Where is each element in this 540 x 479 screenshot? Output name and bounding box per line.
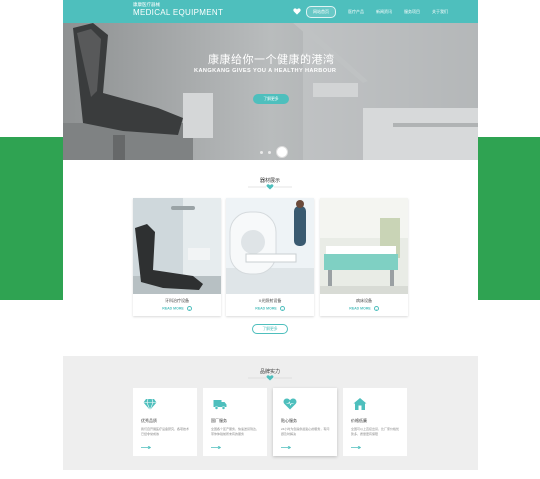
product-card[interactable]: X光照射设备 READ MORE › [226,198,314,316]
nav-item-label: 网站首页 [306,5,336,18]
nav-item-services[interactable]: 服务项目 [404,0,420,23]
strength-name: 贴心服务 [281,418,297,423]
product-name: 牙科治疗设备 [165,298,189,303]
title-decoration [248,375,292,381]
strength-name: 价格低廉 [351,418,367,423]
strength-card[interactable]: 价格低廉 全国可以上直接出货，比厂家价格优势多，质量更有保障 [343,388,407,456]
hero-banner: 康康给你一个健康的港湾 KANGKANG GIVES YOU A HEALTHY… [63,23,478,160]
arrow-right-icon: › [186,306,192,311]
product-name: 病床设备 [356,298,372,303]
nav-item-products[interactable]: 医疗产品 [348,0,364,23]
product-card[interactable]: 牙科治疗设备 READ MORE › [133,198,221,316]
read-more-label: READ MORE [162,306,184,311]
house-icon [353,398,367,410]
carousel-dots [260,146,288,158]
page-container: 康康医疗器械 MEDICAL EQUIPMENT 网站首页 医疗产品 新闻资讯 … [63,0,478,479]
product-image [226,198,314,294]
site-logo[interactable]: 康康医疗器械 MEDICAL EQUIPMENT [133,2,223,18]
arrow-right-icon [281,446,291,449]
strength-card[interactable]: 贴心服务 24小时为您提供最贴心的服务，有问题及时解决 [273,388,337,456]
strength-description: 全国可以上直接出货，比厂家价格优势多，质量更有保障 [351,427,400,436]
nav-item-label: 关于我们 [432,8,448,14]
arrow-right-icon: › [373,306,379,311]
strength-description: 全国各个区产服务，快速送货到达，带你体验前所未有的服务 [211,427,260,436]
carousel-dot[interactable] [268,150,271,154]
carousel-dot[interactable] [260,150,263,154]
arrow-right-icon [351,446,361,449]
product-image [320,198,408,294]
hero-learn-more-button[interactable]: 了解更多 [253,94,289,104]
nav-item-about[interactable]: 关于我们 [432,0,448,23]
strength-card[interactable]: 优秀品质 我们自开展医疗设备研究，各项技术已经非常成熟 [133,388,197,456]
product-name: X光照射设备 [258,298,282,303]
strength-name: 优秀品质 [141,418,157,423]
read-more-link[interactable]: READ MORE › [320,306,408,311]
hero-title: 康康给你一个健康的港湾 [208,54,335,66]
truck-icon [213,400,227,410]
nav-item-home[interactable]: 网站首页 [293,0,336,23]
strength-name: 国厂服务 [211,418,227,423]
read-more-link[interactable]: READ MORE › [226,306,314,311]
strength-description: 24小时为您提供最贴心的服务，有问题及时解决 [281,427,330,436]
top-header: 康康医疗器械 MEDICAL EQUIPMENT 网站首页 医疗产品 新闻资讯 … [63,0,478,23]
strength-description: 我们自开展医疗设备研究，各项技术已经非常成熟 [141,427,190,436]
nav-item-label: 医疗产品 [348,8,364,14]
read-more-link[interactable]: READ MORE › [133,306,221,311]
logo-english-name: MEDICAL EQUIPMENT [133,8,224,17]
strength-section-title: 品牌实力 [259,369,280,375]
strength-card[interactable]: 国厂服务 全国各个区产服务，快速送货到达，带你体验前所未有的服务 [203,388,267,456]
carousel-dot-active[interactable] [276,146,288,158]
hero-background-image [63,23,478,160]
product-image [133,198,221,294]
title-decoration [248,184,292,190]
arrow-right-icon [211,446,221,449]
arrow-right-icon: › [279,306,285,311]
products-section-title: 器材展示 [259,178,280,184]
nav-item-label: 新闻资讯 [376,8,392,14]
read-more-label: READ MORE [255,306,277,311]
arrow-right-icon [141,446,151,449]
nav-item-news[interactable]: 新闻资讯 [376,0,392,23]
heart-icon [293,8,301,15]
heart-icon [283,398,297,410]
brand-strength-section: 品牌实力 优秀品质 我们自开展医疗设备研究，各项技术已经非常成熟 国厂服务 全国… [63,356,478,470]
main-nav: 网站首页 医疗产品 新闻资讯 服务项目 关于我们 [293,0,448,23]
products-more-button[interactable]: 了解更多 [252,324,288,334]
nav-item-label: 服务项目 [404,8,420,14]
diamond-icon [143,398,157,411]
read-more-label: READ MORE [349,306,371,311]
product-card[interactable]: 病床设备 READ MORE › [320,198,408,316]
hero-subtitle: KANGKANG GIVES YOU A HEALTHY HARBOUR [194,68,337,74]
